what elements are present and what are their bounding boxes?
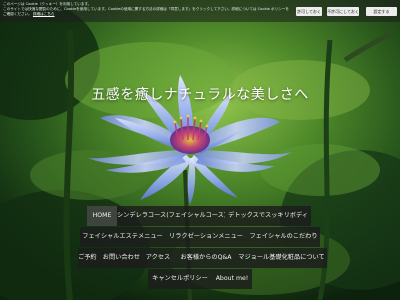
cookie-settings-button[interactable]: 設定する <box>366 7 397 16</box>
cookie-banner: このページは Cookie（クッキー）を利用しています。 このサイトでは快適な閲… <box>0 0 400 22</box>
nav-item-access[interactable]: アクセス <box>140 248 176 268</box>
nav-item-detox-body[interactable]: デトックスでスッキリボディ <box>225 206 311 226</box>
nav-item-relaxation-menu[interactable]: リラクゼーションメニュー <box>165 227 247 247</box>
cookie-message: このページは Cookie（クッキー）を利用しています。 このサイトでは快適な閲… <box>3 2 291 20</box>
nav-item-customer-qa[interactable]: お客様からのQ&A <box>176 248 236 268</box>
nav-item-cinderella-course[interactable]: シンデレラコース(フェイシャルコース) <box>117 206 225 226</box>
nav-item-cancel-policy[interactable]: キャンセルポリシー <box>148 269 212 289</box>
nav-item-majorr-cosmetics[interactable]: マジョール基礎化粧品について <box>236 248 327 268</box>
site-title: 五感を癒しナチュラルな美しさへ <box>91 87 309 103</box>
nav-item-reservation-contact[interactable]: ご予約 お問い合わせ <box>78 248 140 268</box>
nav-item-home[interactable]: HOME <box>87 206 117 226</box>
nav-item-facial-esthetic-menu[interactable]: フェイシャルエステメニュー <box>80 227 165 247</box>
cookie-detail-link[interactable]: 詳細はこちら <box>33 12 55 16</box>
page: このページは Cookie（クッキー）を利用しています。 このサイトでは快適な閲… <box>0 0 400 300</box>
cookie-accept-button[interactable]: 許可しておく <box>296 7 322 16</box>
nav-item-about-me[interactable]: About me! <box>212 269 252 289</box>
nav-item-facial-commitment[interactable]: フェイシャルのこだわり <box>247 227 320 247</box>
cookie-reject-button[interactable]: 不許可にしておく <box>327 7 359 16</box>
cookie-message-line-1: このページは Cookie（クッキー）を利用しています。 <box>3 2 92 6</box>
